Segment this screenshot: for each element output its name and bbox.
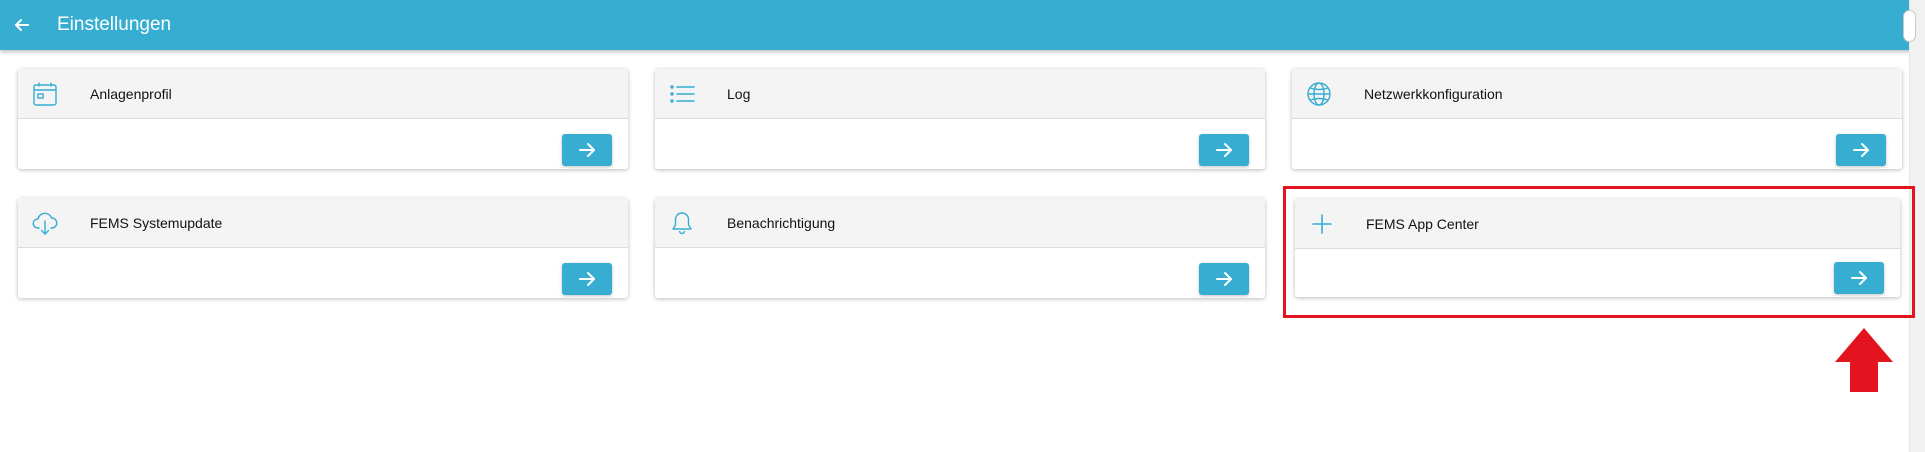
scrollbar-thumb[interactable]: [1903, 10, 1916, 42]
card-header: Log: [655, 69, 1265, 119]
settings-card-netzwerkkonfiguration: Netzwerkkonfiguration: [1292, 69, 1902, 169]
open-anlagenprofil-button[interactable]: [562, 134, 612, 166]
app-header: Einstellungen: [0, 0, 1925, 50]
card-header: Netzwerkkonfiguration: [1292, 69, 1902, 119]
settings-card-log: Log: [655, 69, 1265, 169]
calendar-icon: [33, 82, 57, 106]
page-title: Einstellungen: [57, 14, 172, 35]
card-label: Netzwerkkonfiguration: [1364, 86, 1503, 102]
settings-card-fems-systemupdate: FEMS Systemupdate: [18, 198, 628, 298]
settings-card-anlagenprofil: Anlagenprofil: [18, 69, 628, 169]
card-header: Benachrichtigung: [655, 198, 1265, 248]
card-label: FEMS Systemupdate: [90, 215, 223, 231]
arrow-right-icon: [1853, 143, 1869, 157]
open-fems-systemupdate-button[interactable]: [562, 263, 612, 295]
settings-card-benachrichtigung: Benachrichtigung: [655, 198, 1265, 298]
card-label: Log: [727, 86, 751, 102]
arrow-right-icon: [1216, 143, 1232, 157]
open-benachrichtigung-button[interactable]: [1199, 263, 1249, 295]
back-button[interactable]: [10, 13, 34, 37]
globe-icon: [1307, 82, 1331, 106]
arrow-left-icon: [15, 19, 29, 31]
open-netzwerkkonfiguration-button[interactable]: [1836, 134, 1886, 166]
arrow-right-icon: [579, 272, 595, 286]
bell-icon: [672, 212, 692, 235]
cloud-download-icon: [32, 212, 58, 235]
open-log-button[interactable]: [1199, 134, 1249, 166]
annotation-arrow-up-icon: [1835, 328, 1893, 392]
list-icon: [670, 85, 695, 103]
annotation-highlight-box: [1283, 186, 1915, 318]
card-header: FEMS Systemupdate: [18, 198, 628, 248]
card-label: Benachrichtigung: [727, 215, 836, 231]
card-header: Anlagenprofil: [18, 69, 628, 119]
arrow-right-icon: [579, 143, 595, 157]
arrow-right-icon: [1216, 272, 1232, 286]
card-label: Anlagenprofil: [90, 86, 172, 102]
